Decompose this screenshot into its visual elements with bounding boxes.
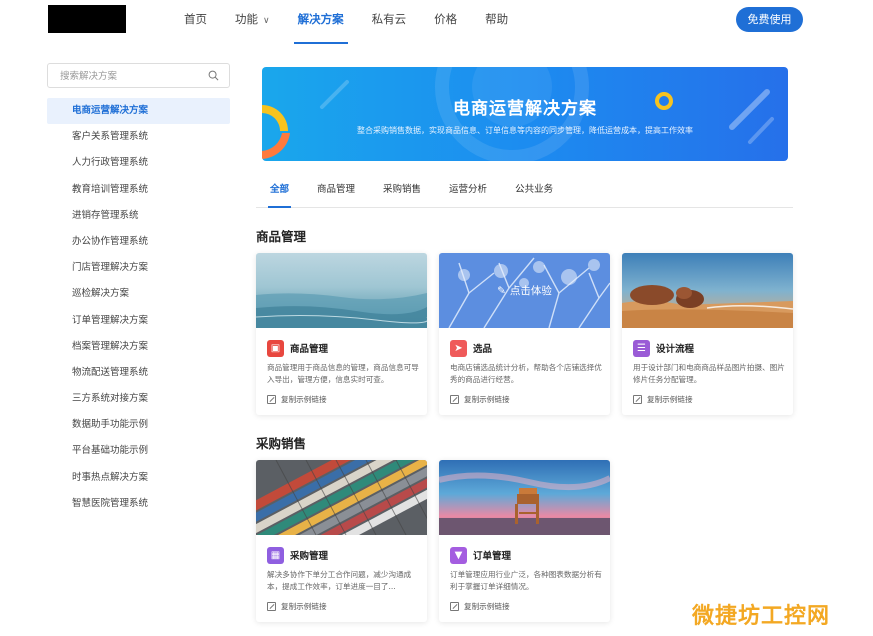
card-header: ▼ 订单管理 — [450, 546, 511, 564]
sidebar-item-education[interactable]: 教育培训管理系统 — [47, 177, 230, 203]
search-input[interactable] — [48, 65, 198, 88]
card-title: 订单管理 — [473, 551, 512, 562]
card-description: 订单管理应用行业广泛，各种图表数据分析有利于掌握订单详细情况。 — [450, 570, 602, 591]
copy-link-button[interactable]: 复制示例链接 — [450, 394, 510, 405]
sidebar-item-data-assistant[interactable]: 数据助手功能示例 — [47, 412, 230, 438]
sidebar-item-inventory[interactable]: 进销存管理系统 — [47, 203, 230, 229]
free-trial-button[interactable]: 免费使用 — [736, 7, 803, 32]
copy-link-label: 复制示例链接 — [464, 602, 510, 611]
sidebar-item-inspection[interactable]: 巡检解决方案 — [47, 281, 230, 307]
card-title: 选品 — [473, 344, 493, 355]
chevron-down-icon: ∨ — [263, 16, 270, 26]
tab-product-management[interactable]: 商品管理 — [303, 176, 369, 207]
nav-pricing-label: 价格 — [434, 12, 458, 26]
card-product-selection[interactable]: ✎ 点击体验 ➤ 选品 电商店铺选品统计分析，帮助各个店铺选择优秀的商品进行经营… — [439, 253, 610, 415]
card-description: 电商店铺选品统计分析，帮助各个店铺选择优秀的商品进行经营。 — [450, 363, 602, 384]
sidebar-item-logistics[interactable]: 物流配送管理系统 — [47, 360, 230, 386]
card-description: 商品管理用于商品信息的管理，商品信息可导入导出，管理方便，信息实时可查。 — [267, 363, 419, 384]
send-icon: ➤ — [450, 339, 467, 357]
nav-solutions-label: 解决方案 — [297, 12, 344, 26]
logo[interactable] — [48, 5, 126, 33]
order-icon: ▼ — [450, 546, 467, 564]
copy-link-label: 复制示例链接 — [281, 602, 327, 611]
card-header: ▦ 采购管理 — [267, 546, 328, 564]
solution-sidebar: 电商运营解决方案 客户关系管理系统 人力行政管理系统 教育培训管理系统 进销存管… — [47, 98, 230, 517]
sidebar-item-crm[interactable]: 客户关系管理系统 — [47, 124, 230, 150]
sidebar-item-platform[interactable]: 平台基础功能示例 — [47, 438, 230, 464]
sidebar-item-hospital[interactable]: 智慧医院管理系统 — [47, 491, 230, 517]
tab-public-business[interactable]: 公共业务 — [501, 176, 567, 207]
try-it-overlay[interactable]: ✎ 点击体验 — [439, 253, 610, 328]
box-icon: ▣ — [267, 339, 284, 357]
card-order-management[interactable]: ▼ 订单管理 订单管理应用行业广泛，各种图表数据分析有利于掌握订单详细情况。 复… — [439, 460, 610, 622]
banner-title: 电商运营解决方案 — [453, 99, 597, 119]
nav-pricing[interactable]: 价格 — [420, 0, 471, 44]
copy-link-button[interactable]: 复制示例链接 — [633, 394, 693, 405]
link-icon — [450, 395, 459, 404]
nav-private-cloud[interactable]: 私有云 — [358, 0, 421, 44]
nav-features[interactable]: 功能 ∨ — [221, 0, 284, 44]
link-icon — [267, 602, 276, 611]
category-tabs: 全部 商品管理 采购销售 运营分析 公共业务 — [256, 176, 793, 208]
beach-rocks-image — [622, 253, 793, 328]
lifeguard-tower-image — [439, 460, 610, 535]
nav-solutions[interactable]: 解决方案 — [284, 0, 358, 44]
flow-icon: ☰ — [633, 339, 650, 357]
section-title-purchase: 采购销售 — [256, 436, 307, 451]
nav-home-label: 首页 — [184, 12, 207, 26]
try-it-label: 点击体验 — [509, 285, 552, 297]
copy-link-label: 复制示例链接 — [464, 395, 510, 404]
tab-operation-analysis[interactable]: 运营分析 — [435, 176, 501, 207]
card-title: 采购管理 — [290, 551, 329, 562]
link-icon — [633, 395, 642, 404]
nav-home[interactable]: 首页 — [170, 0, 221, 44]
card-header: ☰ 设计流程 — [633, 339, 694, 357]
copy-link-button[interactable]: 复制示例链接 — [267, 601, 327, 612]
nav-help[interactable]: 帮助 — [471, 0, 522, 44]
copy-link-button[interactable]: 复制示例链接 — [267, 394, 327, 405]
tab-purchase-sales[interactable]: 采购销售 — [369, 176, 435, 207]
card-description: 用于设计部门和电商商品样品图片拍摄、图片修片任务分配管理。 — [633, 363, 785, 384]
sidebar-item-store[interactable]: 门店管理解决方案 — [47, 255, 230, 281]
link-icon — [267, 395, 276, 404]
nav-features-label: 功能 — [235, 12, 258, 26]
solution-search — [47, 63, 230, 88]
sidebar-item-ecommerce[interactable]: 电商运营解决方案 — [47, 98, 230, 125]
link-icon — [450, 602, 459, 611]
main-nav: 首页 功能 ∨ 解决方案 私有云 价格 帮助 — [170, 0, 522, 44]
card-title: 设计流程 — [656, 344, 695, 355]
section-title-product: 商品管理 — [256, 229, 307, 244]
watermark: 微捷坊工控网 — [692, 604, 831, 629]
container-port-image — [256, 460, 427, 535]
card-purchase-management[interactable]: ▦ 采购管理 解决多协作下单分工合作问题，减少沟通成本，提成工作效率，订单进度一… — [256, 460, 427, 622]
tab-all[interactable]: 全部 — [256, 176, 303, 208]
sidebar-item-orders[interactable]: 订单管理解决方案 — [47, 308, 230, 334]
banner-subtitle: 整合采购销售数据，实现商品信息、订单信息等内容的同步管理，降低运营成本，提高工作… — [357, 126, 693, 135]
cart-icon: ▦ — [267, 546, 284, 564]
card-design-process[interactable]: ☰ 设计流程 用于设计部门和电商商品样品图片拍摄、图片修片任务分配管理。 复制示… — [622, 253, 793, 415]
top-navbar: 首页 功能 ∨ 解决方案 私有云 价格 帮助 免费使用 — [0, 0, 873, 44]
card-product-management[interactable]: ▣ 商品管理 商品管理用于商品信息的管理，商品信息可导入导出，管理方便，信息实时… — [256, 253, 427, 415]
sea-image — [256, 253, 427, 328]
copy-link-button[interactable]: 复制示例链接 — [450, 601, 510, 612]
search-icon[interactable] — [208, 70, 219, 81]
card-header: ➤ 选品 — [450, 339, 492, 357]
card-header: ▣ 商品管理 — [267, 339, 328, 357]
pencil-icon: ✎ — [497, 284, 506, 297]
nav-help-label: 帮助 — [485, 12, 509, 26]
card-title: 商品管理 — [290, 344, 329, 355]
card-description: 解决多协作下单分工合作问题，减少沟通成本，提成工作效率，订单进度一目了... — [267, 570, 412, 591]
sidebar-item-hr[interactable]: 人力行政管理系统 — [47, 150, 230, 176]
sidebar-item-archives[interactable]: 档案管理解决方案 — [47, 334, 230, 360]
sidebar-item-integration[interactable]: 三方系统对接方案 — [47, 386, 230, 412]
copy-link-label: 复制示例链接 — [647, 395, 693, 404]
sidebar-item-news[interactable]: 时事热点解决方案 — [47, 465, 230, 491]
nav-private-cloud-label: 私有云 — [371, 12, 407, 26]
hero-banner: 电商运营解决方案 整合采购销售数据，实现商品信息、订单信息等内容的同步管理，降低… — [262, 67, 788, 161]
copy-link-label: 复制示例链接 — [281, 395, 327, 404]
sidebar-item-office[interactable]: 办公协作管理系统 — [47, 229, 230, 255]
